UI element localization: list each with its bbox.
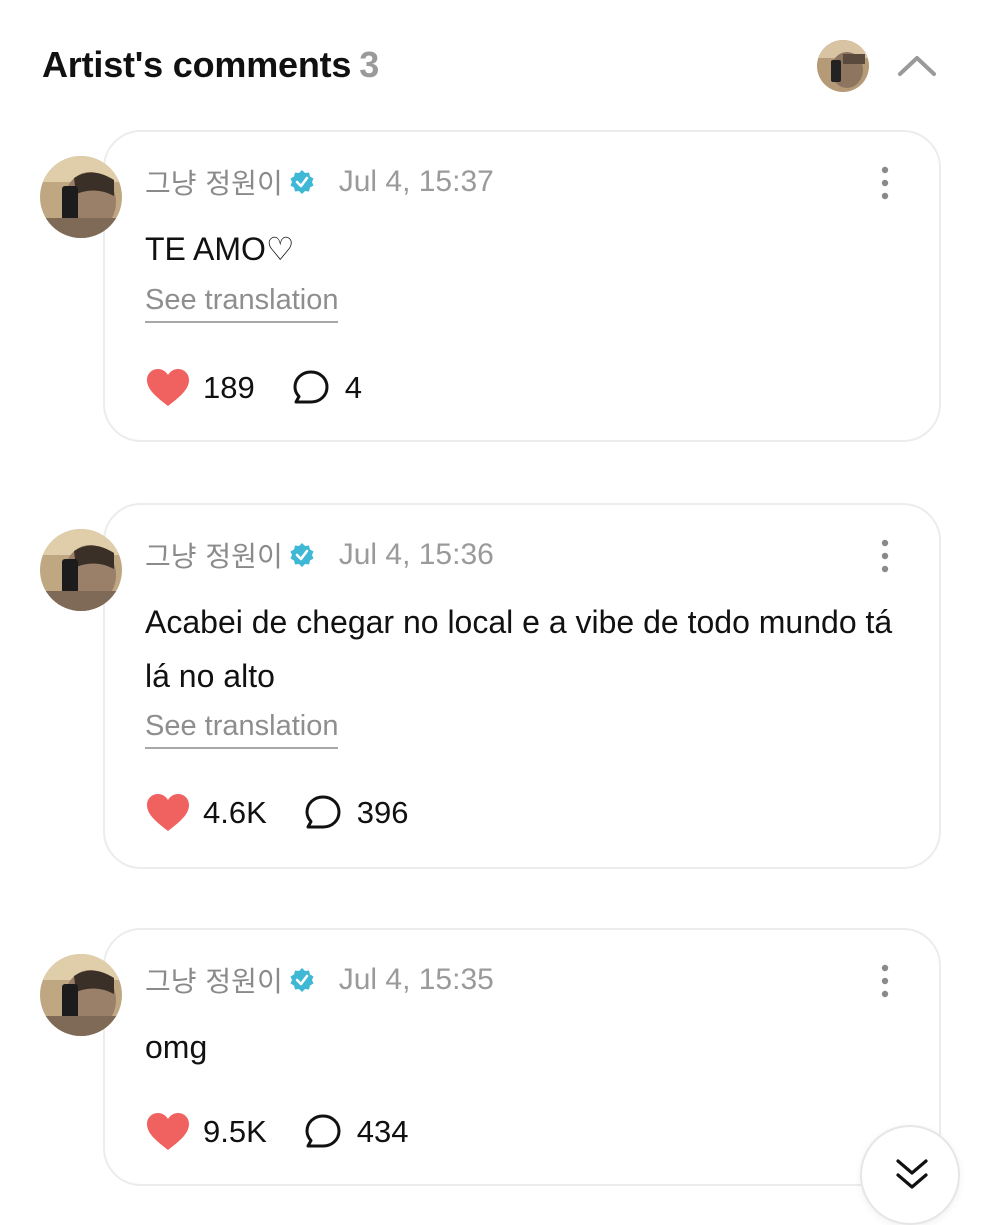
more-options-button[interactable] <box>875 537 895 575</box>
comment-stats: 9.5K 434 <box>145 1110 409 1154</box>
comment-author[interactable]: 그냥 정원이 <box>145 960 283 1000</box>
comment-timestamp: Jul 4, 15:35 <box>338 963 494 996</box>
comment-timestamp: Jul 4, 15:36 <box>338 538 494 571</box>
more-options-button[interactable] <box>875 164 895 202</box>
comment-stats: 189 4 <box>145 366 362 410</box>
more-vertical-icon <box>881 166 889 200</box>
comment-count: 3 <box>359 44 380 85</box>
heart-icon[interactable] <box>145 368 191 408</box>
comment-item: 그냥 정원이 Jul 4, 15:36 Acabei de chegar no … <box>0 503 984 871</box>
comment-text: omg <box>145 1029 208 1065</box>
double-chevron-down-icon <box>896 1159 928 1189</box>
more-options-button[interactable] <box>875 962 895 1000</box>
scroll-to-bottom-button[interactable] <box>860 1125 960 1225</box>
reply-bubble-icon[interactable] <box>303 793 343 833</box>
author-avatar[interactable] <box>40 954 122 1036</box>
see-translation-link[interactable]: See translation <box>145 284 339 323</box>
comment-timestamp: Jul 4, 15:37 <box>338 165 494 198</box>
collapse-button[interactable] <box>894 46 940 86</box>
comment-card: 그냥 정원이 Jul 4, 15:37 TE AMO♡ See translat… <box>103 130 941 442</box>
comment-item: 그냥 정원이 Jul 4, 15:37 TE AMO♡ See translat… <box>0 130 984 445</box>
comment-stats: 4.6K 396 <box>145 791 409 835</box>
section-title-label: Artist's comments <box>42 44 352 85</box>
heart-icon[interactable] <box>145 793 191 833</box>
artist-avatar[interactable] <box>817 40 869 92</box>
author-avatar[interactable] <box>40 156 122 238</box>
comment-card: 그냥 정원이 Jul 4, 15:36 Acabei de chegar no … <box>103 503 941 869</box>
verified-badge-icon <box>290 543 314 567</box>
more-vertical-icon <box>881 539 889 573</box>
reply-bubble-icon[interactable] <box>291 368 331 408</box>
like-count: 9.5K <box>203 1114 267 1149</box>
reply-count: 4 <box>344 370 362 405</box>
verified-badge-icon <box>290 170 314 194</box>
author-avatar[interactable] <box>40 529 122 611</box>
comment-meta: 그냥 정원이 Jul 4, 15:36 <box>145 537 494 573</box>
reply-bubble-icon[interactable] <box>303 1112 343 1152</box>
comment-meta: 그냥 정원이 Jul 4, 15:37 <box>145 164 494 200</box>
verified-badge-icon <box>290 968 314 992</box>
comment-text: Acabei de chegar no local e a vibe de to… <box>145 604 893 694</box>
chevron-up-icon <box>898 56 936 76</box>
heart-icon[interactable] <box>145 1112 191 1152</box>
comment-meta: 그냥 정원이 Jul 4, 15:35 <box>145 962 494 998</box>
like-count: 4.6K <box>203 795 267 830</box>
comment-card: 그냥 정원이 Jul 4, 15:35 omg 9.5K 434 <box>103 928 941 1186</box>
reply-count: 396 <box>356 795 409 830</box>
more-vertical-icon <box>881 964 889 998</box>
comments-header: Artist's comments 3 <box>42 40 944 96</box>
see-translation-link[interactable]: See translation <box>145 710 339 749</box>
comment-author[interactable]: 그냥 정원이 <box>145 535 283 575</box>
reply-count: 434 <box>356 1114 409 1149</box>
comment-text: TE AMO♡ <box>145 231 295 267</box>
comment-author[interactable]: 그냥 정원이 <box>145 162 283 202</box>
like-count: 189 <box>203 370 255 405</box>
section-title: Artist's comments 3 <box>42 44 379 86</box>
comment-item: 그냥 정원이 Jul 4, 15:35 omg 9.5K 434 <box>0 928 984 1188</box>
